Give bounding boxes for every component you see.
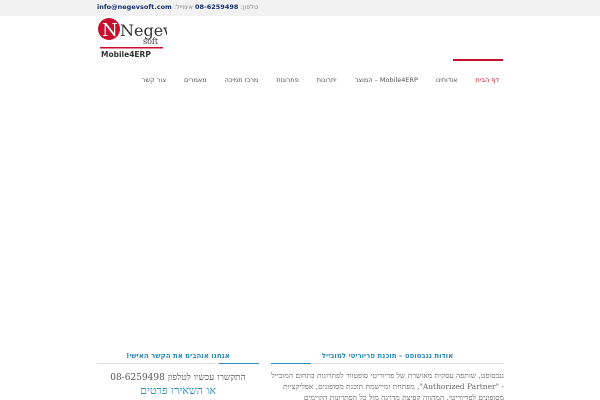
top-contact-info: טלפון: 08-6259498 אימייל: info@negevsoft… <box>97 3 258 11</box>
logo-sub-text: soft <box>143 37 159 46</box>
contact-phone-line[interactable]: התקשרו עכשיו לטלפון 08-6259498 <box>97 372 259 383</box>
nav-item-contact[interactable]: צור קשר <box>133 72 175 88</box>
negevsoft-logo-icon: N Negev soft Mobile4ERP <box>98 18 172 59</box>
nav-item-solutions[interactable]: פתרונות <box>267 72 307 88</box>
phone-label: טלפון: <box>240 3 259 11</box>
nav-item-home[interactable]: דף הבית <box>466 72 508 88</box>
about-box-title: אודות נגבסופט – תוכנת פריוריטי למובייל <box>271 352 504 364</box>
top-bar: טלפון: 08-6259498 אימייל: info@negevsoft… <box>0 0 600 16</box>
contact-box: אנחנו אוהבים את הקשר האישי! התקשרו עכשיו… <box>97 352 259 397</box>
main-nav: דף הבית אודותינו המוצר – Mobile4ERP יתרו… <box>133 72 508 88</box>
email-label: אימייל: <box>173 3 193 11</box>
email-link[interactable]: info@negevsoft.com <box>97 3 172 11</box>
nav-item-product[interactable]: המוצר – Mobile4ERP <box>346 72 427 88</box>
svg-text:N: N <box>102 20 118 41</box>
contact-box-title: אנחנו אוהבים את הקשר האישי! <box>97 352 259 364</box>
nav-item-about[interactable]: אודותינו <box>427 72 467 88</box>
nav-item-advantages[interactable]: יתרונות <box>308 72 346 88</box>
site-logo[interactable]: N Negev soft Mobile4ERP <box>97 17 172 63</box>
leave-details-link[interactable]: או השאירו פרטים <box>97 384 259 397</box>
about-box: אודות נגבסופט – תוכנת פריוריטי למובייל נ… <box>271 352 504 400</box>
about-text: נגבסופט, שותפה עסקית מאושרת של פריוריטי … <box>271 371 504 400</box>
phone-number[interactable]: 08-6259498 <box>195 3 238 11</box>
active-nav-indicator <box>453 59 503 61</box>
nav-item-support[interactable]: מרכז תמיכה <box>216 72 268 88</box>
logo-tagline: Mobile4ERP <box>101 50 151 59</box>
nav-item-articles[interactable]: מאמרים <box>175 72 216 88</box>
